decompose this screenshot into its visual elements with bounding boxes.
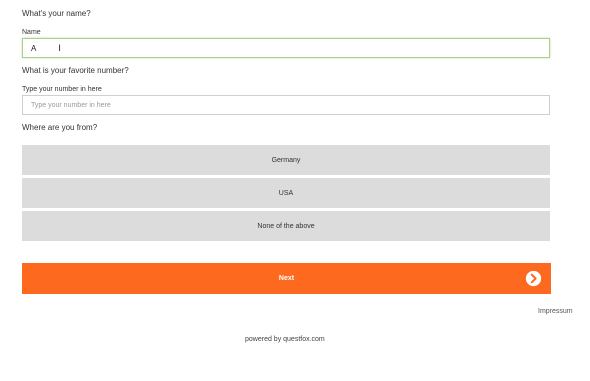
name-input-value: A [31, 43, 37, 53]
option-germany[interactable]: Germany [22, 145, 550, 175]
number-input[interactable]: Type your number in here [22, 95, 550, 115]
number-input-placeholder: Type your number in here [31, 101, 111, 109]
powered-by-text: powered by questfox.com [245, 336, 325, 343]
name-field-label: Name [22, 29, 41, 36]
number-field-label: Type your number in here [22, 86, 102, 93]
option-label: USA [278, 189, 294, 197]
next-button-label: Next [278, 275, 295, 282]
option-none-of-the-above[interactable]: None of the above [22, 211, 550, 241]
option-label: Germany [271, 156, 301, 164]
question-name-title: What's your name? [22, 9, 91, 18]
text-cursor-icon: Ι [58, 42, 61, 53]
option-usa[interactable]: USA [22, 178, 550, 208]
impressum-link[interactable]: Impressum [538, 308, 573, 315]
question-origin-title: Where are you from? [22, 123, 98, 132]
question-number-title: What is your favorite number? [22, 66, 129, 75]
arrow-right-circle-icon [525, 270, 542, 287]
survey-page: What's your name? Name A Ι What is your … [0, 0, 590, 381]
next-button[interactable]: Next [22, 263, 551, 294]
option-label: None of the above [257, 222, 315, 230]
name-input[interactable]: A Ι [22, 38, 550, 58]
